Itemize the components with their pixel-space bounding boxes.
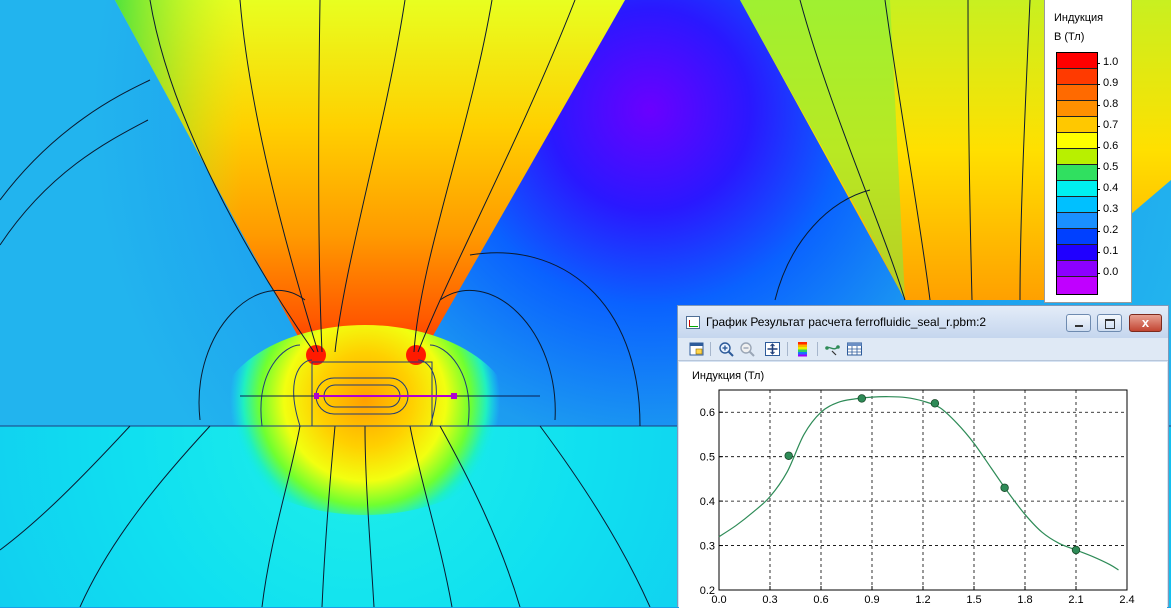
legend-tick-label: 0.9 bbox=[1103, 77, 1119, 89]
legend-color-band bbox=[1057, 197, 1097, 213]
properties-icon[interactable] bbox=[688, 341, 705, 357]
legend-tick-label: 0.2 bbox=[1103, 224, 1119, 236]
legend-color-band bbox=[1057, 69, 1097, 85]
legend-title: Индукция B (Тл) bbox=[1054, 9, 1103, 47]
legend-color-band bbox=[1057, 133, 1097, 149]
legend-title-line2: B (Тл) bbox=[1054, 31, 1085, 43]
y-tick-label: 0.2 bbox=[700, 585, 715, 597]
chart-app-icon bbox=[686, 316, 700, 329]
legend-tick-label: 0.4 bbox=[1103, 182, 1119, 194]
graph-window[interactable]: График Результат расчета ferrofluidic_se… bbox=[677, 305, 1169, 608]
legend-color-band bbox=[1057, 149, 1097, 165]
x-tick-label: 2.1 bbox=[1068, 594, 1083, 606]
color-scale-icon[interactable] bbox=[794, 341, 811, 357]
zoom-in-icon[interactable] bbox=[718, 341, 735, 357]
x-tick-label: 0.6 bbox=[813, 594, 828, 606]
x-tick-label: 0.3 bbox=[762, 594, 777, 606]
legend-color-band bbox=[1057, 261, 1097, 277]
toolbar-separator bbox=[787, 342, 788, 356]
legend-title-line1: Индукция bbox=[1054, 12, 1104, 24]
legend-color-band bbox=[1057, 53, 1097, 69]
y-tick-label: 0.3 bbox=[700, 541, 715, 553]
close-button[interactable]: x bbox=[1129, 314, 1162, 332]
legend-ticks: 1.0 0.9 0.8 0.7 0.6 0.5 0.4 0.3 0.2 0.1 0.0 bbox=[1097, 52, 1131, 293]
legend-color-band bbox=[1057, 117, 1097, 133]
legend-color-band bbox=[1057, 85, 1097, 101]
maximize-button[interactable] bbox=[1097, 314, 1122, 332]
window-title: График Результат расчета ferrofluidic_se… bbox=[706, 315, 987, 329]
y-axis-label: Индукция (Тл) bbox=[692, 370, 764, 382]
y-tick-label: 0.6 bbox=[700, 407, 715, 419]
toolbar-separator bbox=[817, 342, 818, 356]
induction-chart[interactable]: 0.0 0.3 0.6 0.9 1.2 1.5 1.8 2.1 2.40.20.30.40.50… bbox=[679, 362, 1167, 608]
x-tick-label: 1.8 bbox=[1017, 594, 1032, 606]
zoom-fit-icon[interactable] bbox=[764, 341, 781, 357]
window-titlebar[interactable]: График Результат расчета ferrofluidic_se… bbox=[678, 306, 1168, 338]
legend-tick-label: 0.1 bbox=[1103, 245, 1119, 257]
x-tick-label: 1.2 bbox=[915, 594, 930, 606]
data-point bbox=[857, 394, 866, 403]
legend-color-band bbox=[1057, 165, 1097, 181]
data-point bbox=[784, 451, 793, 460]
legend-color-band bbox=[1057, 181, 1097, 197]
legend-tick-label: 0.3 bbox=[1103, 203, 1119, 215]
table-icon[interactable] bbox=[846, 341, 863, 357]
legend-color-band bbox=[1057, 229, 1097, 245]
legend-color-band bbox=[1057, 213, 1097, 229]
x-tick-label: 1.5 bbox=[966, 594, 981, 606]
x-tick-label: 2.4 bbox=[1119, 594, 1134, 606]
y-tick-label: 0.5 bbox=[700, 452, 715, 464]
close-icon: x bbox=[1141, 315, 1150, 330]
legend-color-scale bbox=[1056, 52, 1098, 295]
x-tick-label: 0.9 bbox=[864, 594, 879, 606]
legend-color-band bbox=[1057, 277, 1097, 294]
legend-tick-label: 0.6 bbox=[1103, 140, 1119, 152]
data-point bbox=[930, 399, 940, 408]
plot-area[interactable]: 0.0 0.3 0.6 0.9 1.2 1.5 1.8 2.1 2.4 0.2 0.3 0.4 0.5 0… bbox=[679, 362, 1167, 608]
legend-color-band bbox=[1057, 101, 1097, 117]
data-point bbox=[1000, 483, 1009, 492]
data-point bbox=[1071, 545, 1081, 555]
legend-tick-label: 0.7 bbox=[1103, 119, 1119, 131]
curve-points-icon[interactable] bbox=[824, 341, 841, 357]
minimize-button[interactable] bbox=[1066, 314, 1091, 332]
graph-toolbar bbox=[678, 338, 1168, 361]
legend-tick-label: 1.0 bbox=[1103, 56, 1119, 68]
toolbar-separator bbox=[710, 342, 711, 356]
legend-tick-label: 0.0 bbox=[1103, 266, 1119, 278]
legend-tick-label: 0.8 bbox=[1103, 98, 1119, 110]
color-legend: Индукция B (Тл) 1.0 0.9 0.8 0.7 0.6 0.5 0.4 0.3… bbox=[1044, 0, 1132, 303]
zoom-out-icon[interactable] bbox=[739, 341, 756, 357]
y-tick-label: 0.4 bbox=[700, 496, 715, 508]
legend-tick-label: 0.5 bbox=[1103, 161, 1119, 173]
legend-color-band bbox=[1057, 245, 1097, 261]
